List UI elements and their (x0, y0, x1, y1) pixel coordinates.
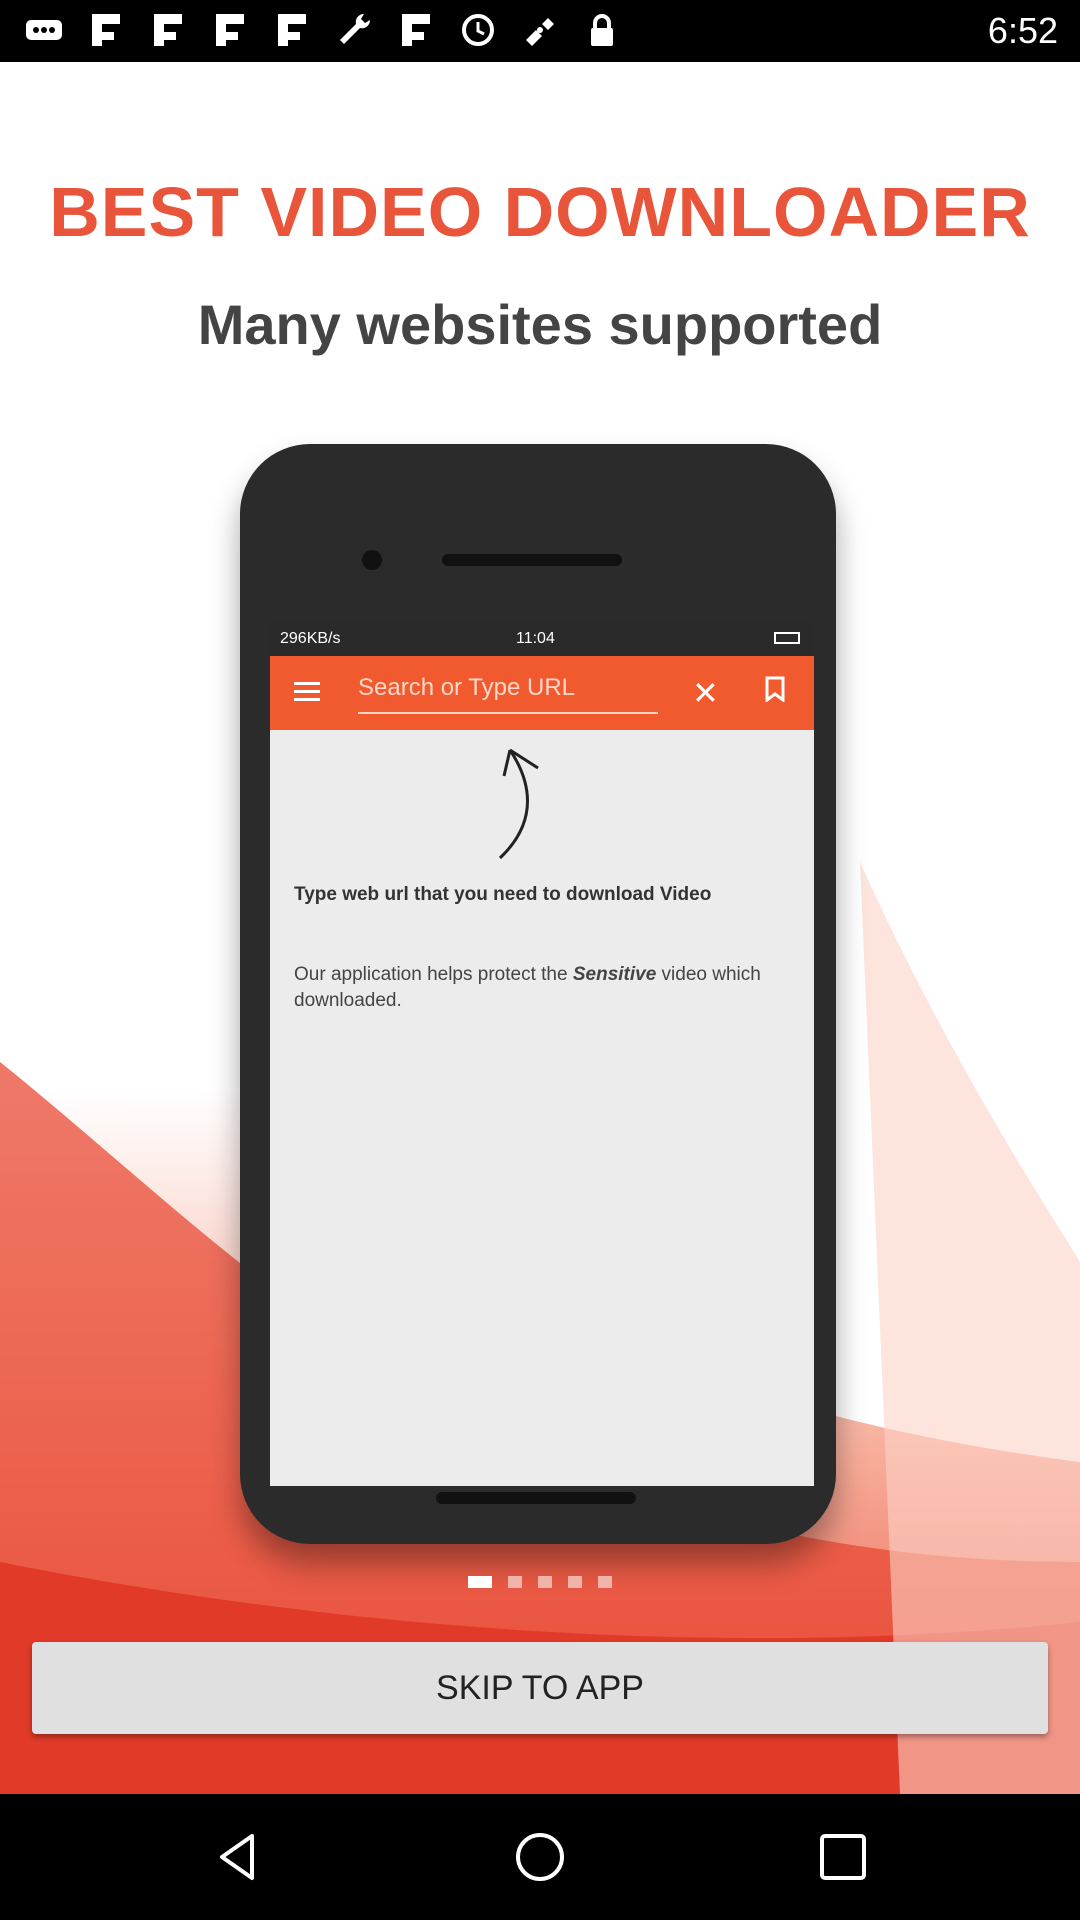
page-dot-active (468, 1576, 492, 1588)
status-time: 6:52 (987, 10, 1058, 51)
status-icons (24, 10, 622, 50)
page-indicator (0, 1576, 1080, 1590)
onboarding-page[interactable]: BEST VIDEO DOWNLOADER Many websites supp… (0, 62, 1080, 1794)
mock-app-bar: Search or Type URL ✕ (270, 656, 814, 730)
alarm-icon (458, 10, 498, 50)
phone-screen: 296KB/s 11:04 Search or Type URL ✕ Type … (270, 622, 814, 1486)
lock-icon (582, 10, 622, 50)
mock-instruction: Type web url that you need to download V… (294, 884, 712, 905)
arrow-icon (498, 748, 539, 860)
navigation-bar (0, 1794, 1080, 1920)
mock-time: 11:04 (516, 630, 555, 647)
fake-gps-icon (520, 10, 560, 50)
mock-description: Our application helps protect the Sensit… (294, 964, 761, 1011)
more-icon (24, 10, 64, 50)
wrench-icon (334, 10, 374, 50)
home-icon[interactable] (513, 1830, 567, 1884)
mock-network-speed: 296KB/s (280, 630, 341, 647)
headline: BEST VIDEO DOWNLOADER (49, 173, 1031, 251)
recents-icon[interactable] (816, 1830, 870, 1884)
flipboard-icon (148, 10, 188, 50)
status-bar: 6:52 (0, 0, 1080, 62)
phone-speaker (442, 554, 622, 566)
flipboard-icon (210, 10, 250, 50)
page-dot (568, 1576, 582, 1588)
flipboard-icon (396, 10, 436, 50)
battery-icon (774, 632, 800, 644)
mock-status-bar: 296KB/s 11:04 (270, 622, 814, 656)
bookmark-icon (764, 676, 786, 709)
camera-dot (362, 550, 382, 570)
back-icon[interactable] (210, 1830, 264, 1884)
mock-search-field: Search or Type URL (358, 674, 658, 714)
phone-speaker-bottom (436, 1492, 636, 1504)
flipboard-icon (86, 10, 126, 50)
page-dot (538, 1576, 552, 1588)
subheadline: Many websites supported (197, 293, 883, 356)
skip-to-app-button[interactable]: skip to app (32, 1642, 1048, 1734)
menu-icon (294, 682, 320, 702)
flipboard-icon (272, 10, 312, 50)
close-icon: ✕ (692, 675, 719, 711)
page-dot (598, 1576, 612, 1588)
page-dot (508, 1576, 522, 1588)
phone-mockup: 296KB/s 11:04 Search or Type URL ✕ Type … (240, 444, 836, 1544)
